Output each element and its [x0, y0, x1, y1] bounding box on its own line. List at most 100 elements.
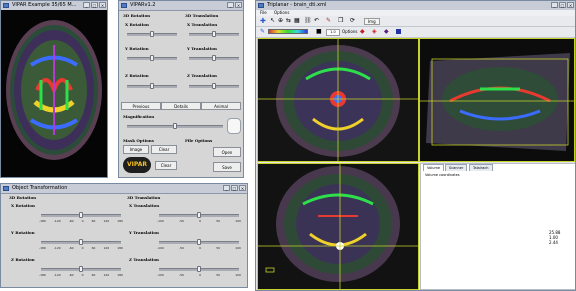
- tick-label: 50: [216, 219, 221, 223]
- link-icon[interactable]: ⛓: [304, 17, 312, 24]
- animal-button[interactable]: Animal: [201, 102, 241, 110]
- x-rotation-slider[interactable]: [41, 212, 121, 218]
- file-options-header: File Options: [185, 138, 213, 143]
- x-translation-slider[interactable]: [159, 212, 239, 218]
- undo-icon[interactable]: ↶: [314, 17, 319, 24]
- vipar-image-title: VIPAR Example 35/65 M...: [12, 2, 77, 8]
- layers-icon[interactable]: ❐: [338, 17, 343, 24]
- slider-knob[interactable]: [173, 123, 177, 129]
- tick-label: 0: [199, 273, 202, 277]
- close-icon[interactable]: ×: [567, 2, 574, 8]
- y-translation-slider[interactable]: [189, 55, 239, 61]
- zoom-icon[interactable]: ⊕: [278, 17, 283, 24]
- blue-square-icon[interactable]: [396, 29, 401, 34]
- tick-label: 100: [235, 219, 241, 223]
- fill-icon[interactable]: ◆: [384, 28, 389, 35]
- mask-image-button[interactable]: Image: [123, 145, 149, 154]
- info-panel: Volume Scanner Talairach Volume coordina…: [420, 163, 575, 290]
- z-translation-ticks: -100 -50 0 50 100: [157, 273, 241, 277]
- tick-label: -60: [68, 246, 74, 250]
- triplanar-viewer-window: Triplanar - brain_dti.xml _ □ × File Opt…: [255, 0, 576, 291]
- tab-scanner[interactable]: Scanner: [445, 164, 468, 171]
- previous-button[interactable]: Previous: [121, 102, 161, 110]
- x-translation-label: X Translation: [187, 22, 218, 27]
- x-rotation-label: X Rotation: [11, 203, 35, 208]
- slider-knob[interactable]: [79, 266, 83, 272]
- x-translation-slider[interactable]: [189, 31, 239, 37]
- details-button[interactable]: Details: [161, 102, 201, 110]
- pointer-icon[interactable]: ↖: [270, 17, 275, 24]
- close-icon[interactable]: ×: [235, 2, 242, 8]
- open-button[interactable]: Open: [213, 147, 241, 157]
- minimize-icon[interactable]: _: [551, 2, 558, 8]
- close-icon[interactable]: ×: [239, 185, 246, 191]
- z-rotation-slider[interactable]: [41, 266, 121, 272]
- options-label: Options: [342, 29, 358, 34]
- erase-red-icon[interactable]: ◈: [372, 28, 377, 35]
- refresh-icon[interactable]: ⟳: [350, 17, 355, 24]
- close-icon[interactable]: ×: [99, 2, 106, 8]
- slider-knob[interactable]: [212, 31, 216, 37]
- grid-icon[interactable]: ▦: [294, 17, 300, 24]
- x-translation-label: X Translation: [129, 203, 160, 208]
- slider-knob[interactable]: [150, 83, 154, 89]
- maximize-icon[interactable]: □: [91, 2, 98, 8]
- tab-talairach[interactable]: Talairach: [469, 164, 493, 171]
- z-translation-slider[interactable]: [159, 266, 239, 272]
- magnification-slider[interactable]: [127, 123, 223, 129]
- y-rotation-ticks: -180 -120 -60 0 60 120 180: [39, 246, 123, 250]
- tick-label: -60: [68, 219, 74, 223]
- coronal-view[interactable]: [257, 38, 419, 162]
- slider-knob[interactable]: [79, 239, 83, 245]
- sagittal-view[interactable]: [419, 38, 575, 162]
- app-icon: [258, 3, 264, 8]
- paint-red-icon[interactable]: ◆: [360, 28, 365, 35]
- pen-icon[interactable]: ✎: [260, 28, 265, 35]
- y-translation-label: Y Translation: [187, 46, 217, 51]
- slider-knob[interactable]: [212, 55, 216, 61]
- crosshair-icon[interactable]: ✚: [260, 17, 266, 25]
- axial-brain-image[interactable]: [1, 10, 107, 177]
- z-rotation-slider[interactable]: [127, 83, 177, 89]
- opacity-field[interactable]: 1.0: [326, 29, 340, 36]
- stop-icon[interactable]: ■: [316, 28, 322, 35]
- save-button[interactable]: Save: [213, 162, 241, 172]
- img-button[interactable]: Img: [364, 18, 380, 25]
- menu-options[interactable]: Options: [274, 10, 289, 15]
- slider-knob[interactable]: [79, 212, 83, 218]
- flip-icon[interactable]: ⇆: [286, 17, 291, 24]
- slider-knob[interactable]: [150, 31, 154, 37]
- axial-view-brain-image: [258, 164, 418, 289]
- slider-knob[interactable]: [197, 239, 201, 245]
- y-rotation-slider[interactable]: [127, 55, 177, 61]
- vipar-logo: VIPAR: [123, 157, 151, 173]
- x-rotation-slider[interactable]: [127, 31, 177, 37]
- slider-knob[interactable]: [197, 266, 201, 272]
- object-transformation-titlebar[interactable]: Object Transformation _ □ ×: [1, 184, 247, 194]
- mask-clear-button[interactable]: Clear: [151, 145, 177, 154]
- tick-label: 100: [235, 273, 241, 277]
- color-swatch[interactable]: [268, 29, 308, 34]
- menu-file[interactable]: File: [260, 10, 267, 15]
- minimize-icon[interactable]: _: [227, 2, 234, 8]
- axial-view[interactable]: [257, 163, 419, 290]
- maximize-icon[interactable]: □: [559, 2, 566, 8]
- slider-knob[interactable]: [150, 55, 154, 61]
- y-rotation-slider[interactable]: [41, 239, 121, 245]
- object-transformation-title: Object Transformation: [12, 185, 68, 191]
- slider-knob[interactable]: [197, 212, 201, 218]
- z-translation-slider[interactable]: [189, 83, 239, 89]
- minimize-icon[interactable]: _: [83, 2, 90, 8]
- y-translation-slider[interactable]: [159, 239, 239, 245]
- minimize-icon[interactable]: _: [223, 185, 230, 191]
- paint-icon[interactable]: ✎: [326, 17, 331, 24]
- slider-knob[interactable]: [212, 83, 216, 89]
- maximize-icon[interactable]: □: [231, 185, 238, 191]
- tick-label: 50: [216, 273, 221, 277]
- tab-volume[interactable]: Volume: [423, 164, 445, 171]
- magnification-value-field[interactable]: [227, 118, 241, 134]
- vipar-image-window: VIPAR Example 35/65 M... _ □ ×: [0, 0, 108, 178]
- clear-button[interactable]: Clear: [155, 161, 177, 170]
- vipar-controls-titlebar[interactable]: VIPARv1.2 _ ×: [119, 1, 243, 11]
- tick-label: -100: [157, 219, 164, 223]
